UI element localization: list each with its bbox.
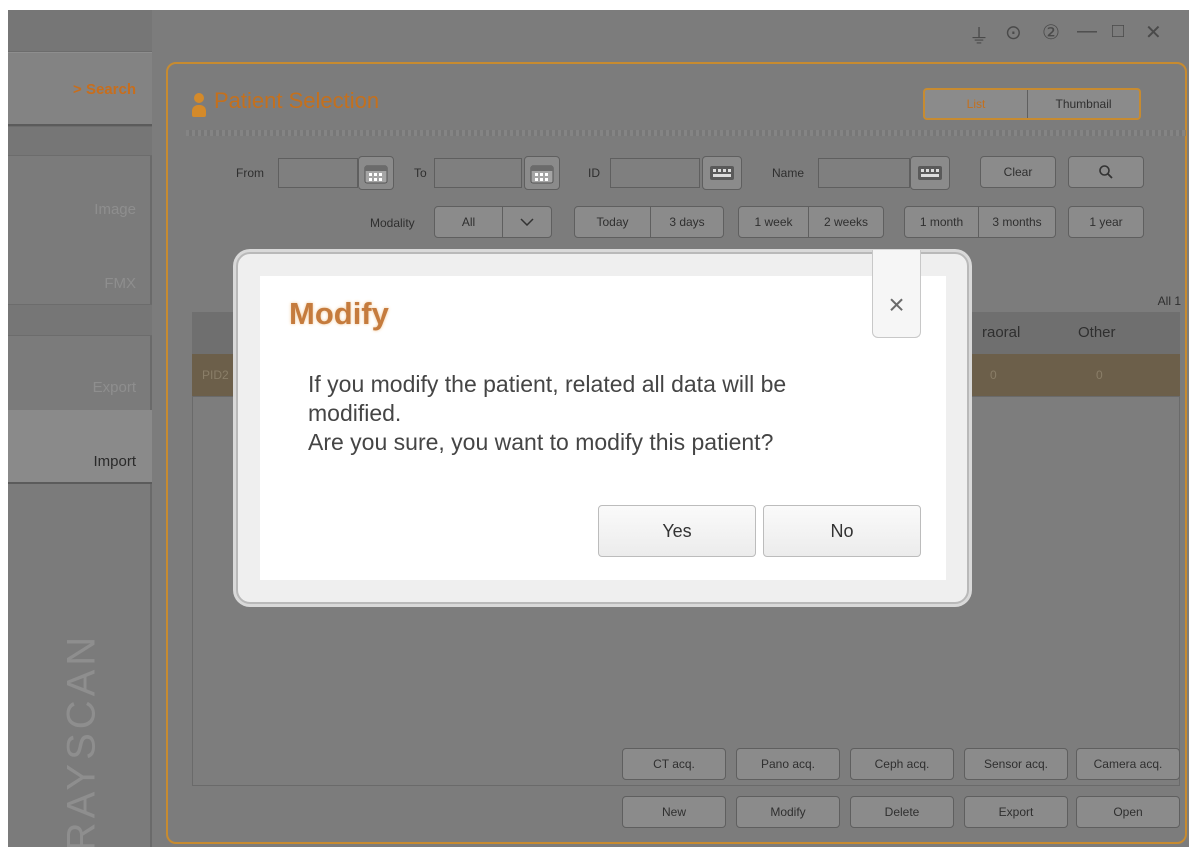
range-2weeks-button[interactable]: 2 weeks	[809, 207, 883, 237]
result-count: All 1	[1157, 294, 1181, 308]
chevron-down-icon	[503, 207, 551, 237]
range-1year-button[interactable]: 1 year	[1068, 206, 1144, 238]
range-1month-button[interactable]: 1 month	[905, 207, 979, 237]
calendar-icon[interactable]	[358, 156, 394, 190]
column-other[interactable]: Other	[1078, 324, 1116, 341]
from-label: From	[236, 166, 264, 180]
tab-list[interactable]: List	[925, 90, 1029, 118]
range-group: 1 week 2 weeks	[738, 206, 884, 238]
sidebar-item-import[interactable]: Import	[8, 410, 152, 484]
modality-label: Modality	[370, 216, 415, 230]
sidebar-item-image[interactable]: Image	[8, 156, 152, 230]
ct-acq-button[interactable]: CT acq.	[622, 748, 726, 780]
column-intraoral[interactable]: raoral	[982, 324, 1020, 341]
dialog-title: Modify	[289, 296, 389, 331]
maximize-icon[interactable]: □	[1112, 20, 1124, 43]
sidebar-item-export[interactable]: Export	[8, 336, 152, 410]
tab-thumbnail[interactable]: Thumbnail	[1028, 90, 1139, 118]
cell-other: 0	[1096, 368, 1103, 382]
minimize-icon[interactable]: —	[1077, 20, 1097, 43]
range-3months-button[interactable]: 3 months	[979, 207, 1055, 237]
to-date-input[interactable]	[434, 158, 522, 188]
camera-acq-button[interactable]: Camera acq.	[1076, 748, 1180, 780]
name-label: Name	[772, 166, 805, 180]
brand-logo: RAYSCAN	[59, 632, 104, 847]
window-top-edge	[0, 0, 1189, 10]
modality-select[interactable]: All	[434, 206, 552, 238]
pano-acq-button[interactable]: Pano acq.	[736, 748, 840, 780]
range-group: Today 3 days	[574, 206, 724, 238]
search-button[interactable]	[1068, 156, 1144, 188]
search-icon	[1099, 165, 1113, 179]
sidebar-item-fmx[interactable]: FMX	[8, 230, 152, 304]
pin-icon[interactable]: ⏚	[969, 20, 989, 49]
range-1week-button[interactable]: 1 week	[739, 207, 809, 237]
to-label: To	[414, 166, 427, 180]
close-window-icon[interactable]: ✕	[1145, 20, 1162, 45]
range-3days-button[interactable]: 3 days	[651, 207, 723, 237]
patient-icon	[192, 93, 206, 117]
ceph-acq-button[interactable]: Ceph acq.	[850, 748, 954, 780]
delete-button[interactable]: Delete	[850, 796, 954, 828]
sidebar-spacer	[8, 126, 152, 156]
dialog-message-line: modified.	[308, 400, 402, 426]
id-input[interactable]	[610, 158, 700, 188]
name-input[interactable]	[818, 158, 910, 188]
sidebar-spacer	[8, 304, 152, 336]
dialog-message: If you modify the patient, related all d…	[308, 370, 918, 457]
calendar-icon[interactable]	[524, 156, 560, 190]
app-window: > Search Image FMX Export Import RAYSCAN…	[0, 0, 1189, 847]
window-edge	[0, 0, 8, 847]
settings-icon[interactable]: ⊙	[1005, 20, 1022, 45]
divider	[186, 130, 1186, 136]
range-today-button[interactable]: Today	[575, 207, 651, 237]
view-toggle: List Thumbnail	[923, 88, 1141, 120]
yes-button[interactable]: Yes	[598, 505, 756, 557]
sidebar: > Search Image FMX Export Import RAYSCAN	[8, 10, 152, 847]
sidebar-top-block	[8, 10, 152, 52]
new-button[interactable]: New	[622, 796, 726, 828]
open-button[interactable]: Open	[1076, 796, 1180, 828]
keyboard-icon[interactable]	[910, 156, 950, 190]
range-group: 1 month 3 months	[904, 206, 1056, 238]
cell-intraoral: 0	[990, 368, 997, 382]
modality-value: All	[435, 207, 503, 237]
modify-button[interactable]: Modify	[736, 796, 840, 828]
dialog-message-line: Are you sure, you want to modify this pa…	[308, 429, 774, 455]
cell-patient-id: PID2	[202, 368, 229, 382]
page-title: Patient Selection	[214, 88, 380, 113]
id-label: ID	[588, 166, 600, 180]
keyboard-icon[interactable]	[702, 156, 742, 190]
sidebar-item-search[interactable]: > Search	[8, 52, 152, 126]
no-button[interactable]: No	[763, 505, 921, 557]
clear-button[interactable]: Clear	[980, 156, 1056, 188]
close-icon[interactable]: ×	[872, 250, 921, 338]
dialog-message-line: If you modify the patient, related all d…	[308, 371, 787, 397]
export-button[interactable]: Export	[964, 796, 1068, 828]
from-date-input[interactable]	[278, 158, 358, 188]
sensor-acq-button[interactable]: Sensor acq.	[964, 748, 1068, 780]
help-icon[interactable]: ②	[1042, 20, 1060, 45]
